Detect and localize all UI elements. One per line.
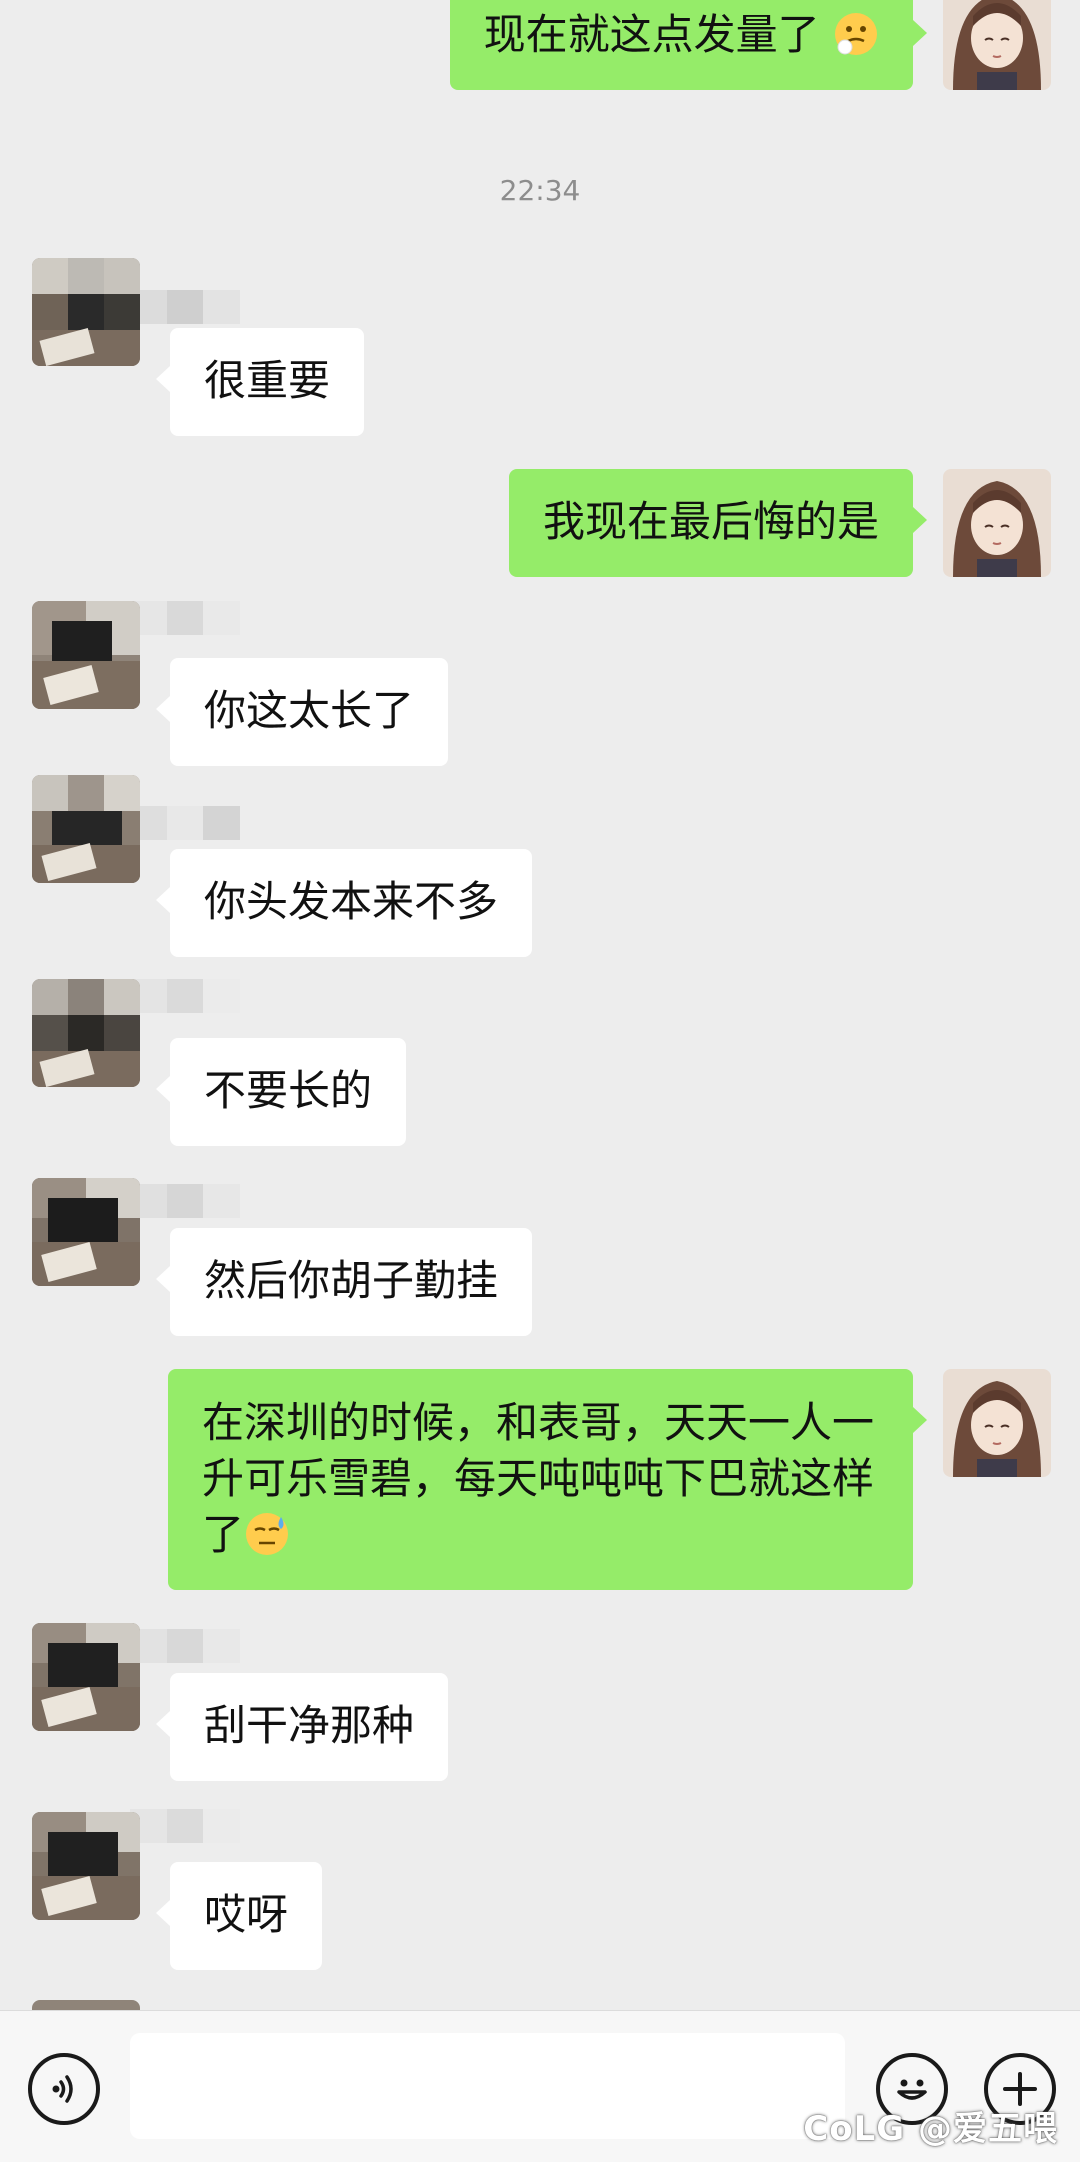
message-input[interactable] <box>130 2033 845 2139</box>
message-text: 在深圳的时候，和表哥，天天一人一升可乐雪碧，每天吨吨吨下巴就这样了 <box>202 1398 875 1559</box>
message-text: 刮干净那种 <box>204 1701 415 1750</box>
sender-nickname-blurred <box>130 1809 241 1843</box>
avatar-contact-image <box>32 979 140 1087</box>
message-bubble-received[interactable]: 刮干净那种 <box>155 1673 449 1781</box>
message-text: 你这太长了 <box>204 686 415 735</box>
sender-nickname-blurred <box>130 1629 241 1663</box>
voice-icon <box>52 2075 73 2103</box>
message-bubble-sent[interactable]: 现在就这点发量了 <box>449 0 928 90</box>
avatar-self-image <box>943 1369 1051 1477</box>
avatar-contact[interactable] <box>32 258 140 366</box>
sender-nickname-blurred <box>130 290 241 324</box>
message-text: 我现在最后悔的是 <box>542 497 879 546</box>
message-text: 然后你胡子勤挂 <box>204 1256 499 1305</box>
message-bubble-received[interactable]: 不要长的 <box>155 1038 407 1146</box>
message-bubble-received[interactable]: 你头发本来不多 <box>155 849 533 957</box>
message-bubble-received[interactable]: 你这太长了 <box>155 658 449 766</box>
watermark: CoLG @爱五喂 <box>803 2109 1058 2149</box>
avatar-contact[interactable] <box>32 775 140 883</box>
message-bubble-sent[interactable]: 在深圳的时候，和表哥，天天一人一升可乐雪碧，每天吨吨吨下巴就这样了 <box>168 1369 927 1590</box>
sender-nickname-blurred <box>130 1184 241 1218</box>
avatar-contact[interactable] <box>32 979 140 1087</box>
avatar-self[interactable] <box>943 1369 1051 1477</box>
avatar-contact[interactable] <box>32 1178 140 1286</box>
avatar-contact[interactable] <box>32 2000 140 2010</box>
avatar-self-image <box>943 469 1051 577</box>
avatar-contact-image <box>32 775 140 883</box>
avatar-contact[interactable] <box>32 601 140 709</box>
avatar-self[interactable] <box>943 0 1051 90</box>
message-timestamp: 22:34 <box>499 174 581 207</box>
sender-nickname-blurred <box>130 979 241 1013</box>
message-text: 很重要 <box>204 356 331 405</box>
thinking-face-emoji <box>835 13 877 55</box>
message-bubble-sent[interactable]: 我现在最后悔的是 <box>508 469 928 577</box>
message-text: 不要长的 <box>204 1066 373 1115</box>
sender-nickname-blurred <box>130 806 241 840</box>
message-text: 现在就这点发量了 <box>483 10 820 59</box>
avatar-contact-image <box>32 2000 140 2010</box>
message-bubble-received[interactable]: 然后你胡子勤挂 <box>155 1228 533 1336</box>
avatar-contact-image <box>32 1178 140 1286</box>
avatar-self[interactable] <box>943 469 1051 577</box>
avatar-contact-image <box>32 601 140 709</box>
message-bubble-received[interactable]: 很重要 <box>155 328 365 436</box>
sweat-face-emoji <box>246 1513 289 1555</box>
sender-nickname-blurred <box>130 601 241 635</box>
chat-area[interactable]: 现在就这点发量了 22:34 很重要 我现在最后悔的是 你这太长了 你头发本来不… <box>0 0 1080 2010</box>
avatar-contact[interactable] <box>32 1812 140 1920</box>
message-bubble-received[interactable]: 哎呀 <box>155 1862 323 1970</box>
voice-button[interactable] <box>28 2053 100 2125</box>
avatar-contact-image <box>32 1623 140 1731</box>
avatar-contact-image <box>32 1812 140 1920</box>
avatar-contact[interactable] <box>32 1623 140 1731</box>
message-text: 你头发本来不多 <box>204 877 499 926</box>
input-bar: CoLG @爱五喂 <box>0 2010 1080 2162</box>
avatar-contact-image <box>32 258 140 366</box>
avatar-self-image <box>943 0 1051 90</box>
message-text: 哎呀 <box>204 1890 289 1939</box>
